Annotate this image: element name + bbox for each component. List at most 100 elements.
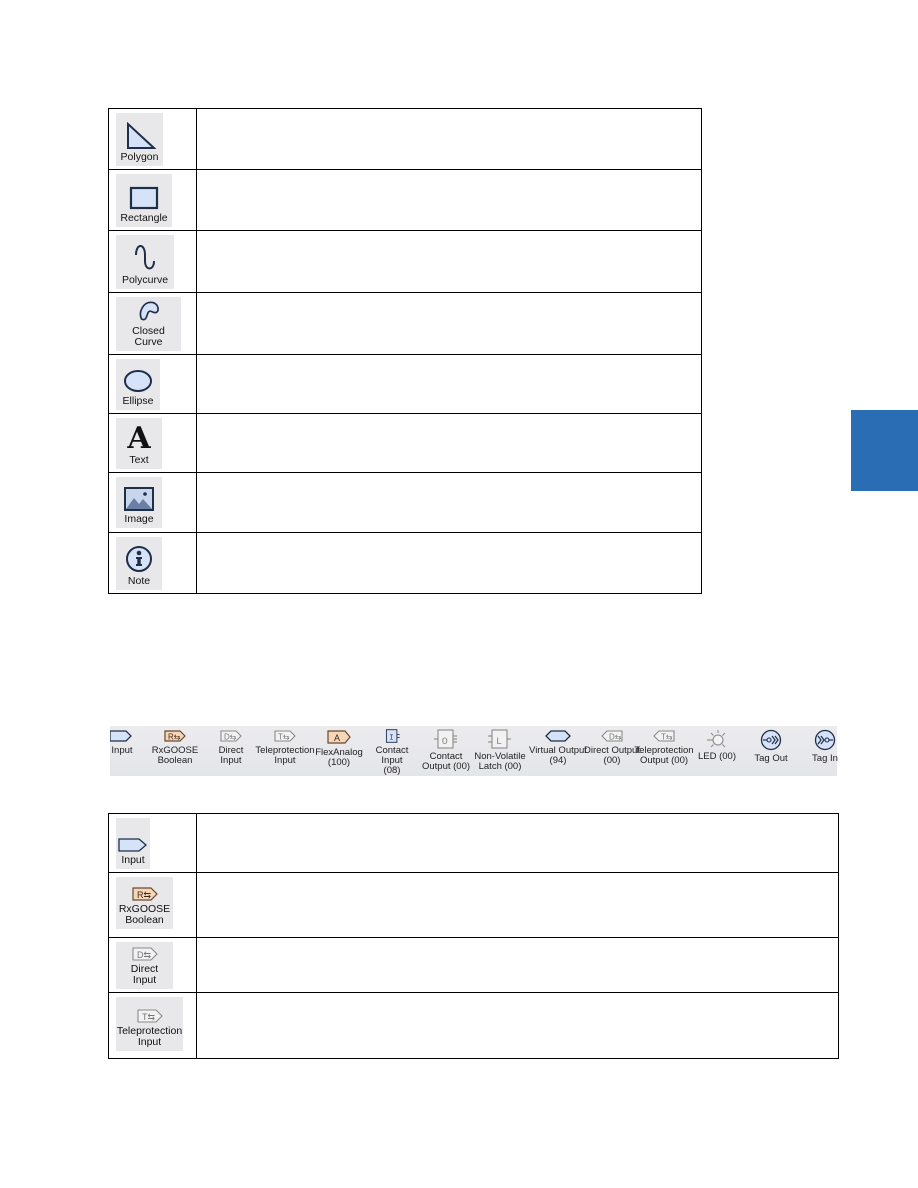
polygon-description (196, 108, 702, 170)
polygon-label: Polygon (120, 151, 159, 163)
svg-text:O: O (442, 737, 448, 748)
teleprotection-input-icon: T⇆ (136, 1009, 163, 1023)
direct-output-icon: D⇆ (601, 730, 623, 742)
toolbar-tag-in-label: Tag In (812, 753, 838, 764)
toolbar-input[interactable]: Input (110, 726, 134, 776)
toolbar-direct-input-label: Direct Input (218, 745, 244, 766)
table-row: Polycurve (108, 230, 702, 293)
closed-curve-description (196, 292, 702, 355)
table-row: T⇆ Teleprotection Input (108, 992, 839, 1059)
text-label: Text (129, 454, 149, 466)
svg-text:R⇆: R⇆ (137, 890, 151, 900)
polygon-icon (126, 122, 157, 149)
rectangle-description (196, 169, 702, 231)
closed-curve-label: Closed Curve (132, 325, 165, 348)
toolbar-contact-output[interactable]: O Contact Output (00) (420, 726, 472, 776)
closed-curve-button[interactable]: Closed Curve (116, 297, 181, 351)
polygon-button[interactable]: Polygon (116, 113, 163, 166)
flexanalog-icon: A (327, 730, 351, 744)
toolbar-led-label: LED (00) (697, 751, 736, 762)
svg-text:D⇆: D⇆ (609, 733, 622, 742)
non-volatile-latch-icon: L (488, 729, 511, 749)
toolbar-flexanalog[interactable]: A FlexAnalog (100) (315, 726, 363, 776)
svg-text:L: L (496, 737, 502, 748)
ellipse-description (196, 354, 702, 414)
toolbar-direct-output[interactable]: D⇆ Direct Output (00) (584, 726, 640, 776)
tag-out-icon (760, 729, 782, 751)
text-description (196, 413, 702, 473)
direct-input-icon: D⇆ (220, 730, 242, 742)
svg-text:T⇆: T⇆ (661, 733, 673, 742)
toolbar-direct-input[interactable]: D⇆ Direct Input (209, 726, 253, 776)
svg-text:R⇆: R⇆ (168, 733, 181, 742)
input-button[interactable]: Input (116, 818, 150, 869)
polycurve-button[interactable]: Polycurve (116, 235, 174, 289)
rxgoose-description (196, 872, 839, 938)
led-icon (707, 730, 726, 748)
tag-in-icon (814, 729, 836, 751)
rectangle-button[interactable]: Rectangle (116, 174, 172, 227)
direct-input-button[interactable]: D⇆ Direct Input (116, 942, 173, 989)
text-icon: A (127, 421, 151, 456)
note-label: Note (127, 575, 151, 587)
note-icon (126, 546, 152, 572)
toolbar-tag-out[interactable]: Tag Out (754, 726, 788, 776)
polycurve-icon (135, 245, 155, 270)
toolbar-led[interactable]: LED (00) (697, 726, 737, 776)
toolbar-tag-out-label: Tag Out (754, 753, 788, 764)
rectangle-label: Rectangle (120, 212, 168, 224)
table-row: A Text (108, 413, 702, 473)
drawing-tools-table: Polygon Rectangle Polycurve Closed Curve… (108, 108, 702, 594)
note-description (196, 532, 702, 594)
teleprotection-input-icon: T⇆ (274, 730, 296, 742)
svg-text:D⇆: D⇆ (224, 733, 237, 742)
table-row: Input (108, 813, 839, 873)
text-button[interactable]: A Text (116, 418, 162, 469)
input-icon (118, 838, 147, 852)
contact-input-icon: I (385, 729, 400, 743)
ellipse-icon (124, 370, 152, 392)
image-icon (124, 487, 154, 511)
toolbar-teleprotection-input[interactable]: T⇆ Teleprotection Input (255, 726, 315, 776)
logic-toolbar: Input R⇆ RxGOOSE Boolean D⇆ Direct Input… (110, 726, 840, 776)
image-button[interactable]: Image (116, 477, 162, 528)
toolbar-non-volatile-latch[interactable]: L Non-Volatile Latch (00) (474, 726, 526, 776)
polycurve-label: Polycurve (121, 274, 169, 286)
teleprotection-output-icon: T⇆ (653, 730, 675, 742)
svg-text:T⇆: T⇆ (278, 733, 290, 742)
svg-text:T⇆: T⇆ (142, 1012, 155, 1022)
input-description (196, 813, 839, 873)
direct-input-icon: D⇆ (131, 947, 158, 961)
toolbar-input-label: Input (111, 745, 133, 756)
toolbar-contact-input[interactable]: I Contact Input (08) (366, 726, 418, 776)
ellipse-label: Ellipse (122, 395, 154, 407)
table-row: R⇆ RxGOOSE Boolean (108, 872, 839, 938)
table-row: Rectangle (108, 169, 702, 231)
rxgoose-boolean-button[interactable]: R⇆ RxGOOSE Boolean (116, 877, 173, 929)
teleprotection-input-description (196, 992, 839, 1059)
toolbar-teleprotection-output[interactable]: T⇆ Teleprotection Output (00) (634, 726, 694, 776)
table-row: Ellipse (108, 354, 702, 414)
image-description (196, 472, 702, 533)
ellipse-button[interactable]: Ellipse (116, 359, 160, 410)
image-label: Image (124, 513, 154, 525)
polycurve-description (196, 230, 702, 293)
rectangle-icon (129, 186, 159, 210)
svg-text:I: I (389, 735, 393, 743)
input-label: Input (121, 854, 145, 866)
toolbar-tag-in[interactable]: Tag In (810, 726, 840, 776)
table-row: Note (108, 532, 702, 594)
rxgoose-boolean-icon: R⇆ (164, 730, 186, 742)
note-button[interactable]: Note (116, 537, 162, 590)
svg-text:A: A (334, 733, 340, 743)
direct-input-description (196, 937, 839, 993)
contact-output-icon: O (434, 729, 457, 749)
rxgoose-boolean-icon: R⇆ (131, 887, 158, 901)
toolbar-virtual-output[interactable]: Virtual Output (94) (528, 726, 588, 776)
input-elements-table: Input R⇆ RxGOOSE Boolean D⇆ Direct Input… (108, 813, 839, 1059)
closed-curve-icon (139, 301, 159, 321)
teleprotection-input-button[interactable]: T⇆ Teleprotection Input (116, 997, 183, 1051)
svg-text:D⇆: D⇆ (137, 950, 151, 960)
table-row: Closed Curve (108, 292, 702, 355)
toolbar-rxgoose-boolean[interactable]: R⇆ RxGOOSE Boolean (152, 726, 198, 776)
